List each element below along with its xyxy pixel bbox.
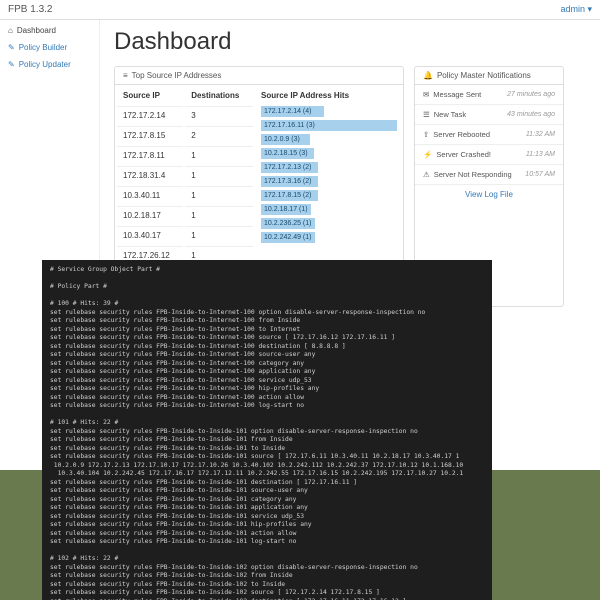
warning-icon: ⚠ <box>423 170 430 179</box>
view-log-button[interactable]: View Log File <box>415 184 563 204</box>
bar-row: 172.17.2.14 (4) <box>261 106 397 117</box>
terminal-output: # Service Group Object Part # # Policy P… <box>42 260 492 600</box>
sidebar-item-label: Policy Builder <box>19 43 67 52</box>
col-source-ip: Source IP <box>117 87 183 104</box>
sidebar-item-label: Policy Updater <box>19 60 71 69</box>
bar-row: 172.17.16.11 (3) <box>261 120 397 131</box>
notification-item[interactable]: ⇧ Server Rebooted 11:32 AM <box>415 124 563 144</box>
notification-time: 11:32 AM <box>526 131 555 138</box>
pencil-icon: ✎ <box>8 43 15 52</box>
table-row: 10.3.40.171 <box>117 226 253 244</box>
bar-row: 172.17.2.13 (2) <box>261 162 397 173</box>
notification-text: New Task <box>434 110 466 119</box>
notification-text: Message Sent <box>433 90 481 99</box>
table-row: 172.17.8.152 <box>117 126 253 144</box>
table-row: 172.17.2.143 <box>117 106 253 124</box>
notification-item[interactable]: ✉ Message Sent 27 minutes ago <box>415 85 563 104</box>
bars-title: Source IP Address Hits <box>261 89 397 106</box>
notification-item[interactable]: ⚡ Server Crashed! 11:13 AM <box>415 144 563 164</box>
sidebar-item-policy-builder[interactable]: ✎ Policy Builder <box>0 39 99 56</box>
sidebar-item-label: Dashboard <box>17 26 56 35</box>
list-icon: ≡ <box>123 71 128 80</box>
bar-row: 10.2.236.25 (1) <box>261 218 397 229</box>
notification-time: 43 minutes ago <box>507 111 555 118</box>
upload-icon: ⇧ <box>423 130 429 139</box>
bar-row: 172.17.8.15 (2) <box>261 190 397 201</box>
bolt-icon: ⚡ <box>423 150 432 159</box>
bar-row: 10.2.18.17 (1) <box>261 204 397 215</box>
bell-icon: 🔔 <box>423 71 433 80</box>
edit-icon: ✎ <box>8 60 15 69</box>
bar-row: 172.17.3.16 (2) <box>261 176 397 187</box>
caret-down-icon: ▾ <box>587 4 592 14</box>
brand: FPB 1.3.2 <box>8 4 52 15</box>
table-row: 172.17.8.111 <box>117 146 253 164</box>
bar-row: 10.2.242.49 (1) <box>261 232 397 243</box>
tasks-icon: ☰ <box>423 110 430 119</box>
notification-text: Server Crashed! <box>436 150 491 159</box>
page-title: Dashboard <box>114 28 586 56</box>
dashboard-icon: ⌂ <box>8 26 13 35</box>
envelope-icon: ✉ <box>423 90 429 99</box>
table-row: 10.3.40.111 <box>117 186 253 204</box>
col-dest: Destinations <box>185 87 253 104</box>
sidebar-item-policy-updater[interactable]: ✎ Policy Updater <box>0 56 99 73</box>
sidebar-item-dashboard[interactable]: ⌂ Dashboard <box>0 22 99 39</box>
notification-item[interactable]: ⚠ Server Not Responding 10:57 AM <box>415 164 563 184</box>
notification-time: 11:13 AM <box>526 151 555 158</box>
table-row: 10.2.18.171 <box>117 206 253 224</box>
bar-row: 10.2.0.9 (3) <box>261 134 397 145</box>
table-row: 172.18.31.41 <box>117 166 253 184</box>
notification-time: 10:57 AM <box>525 171 555 178</box>
notification-time: 27 minutes ago <box>507 91 555 98</box>
panel-title: Policy Master Notifications <box>437 71 531 80</box>
notification-text: Server Rebooted <box>433 130 490 139</box>
notification-text: Server Not Responding <box>434 170 512 179</box>
notification-item[interactable]: ☰ New Task 43 minutes ago <box>415 104 563 124</box>
panel-title: Top Source IP Addresses <box>132 71 222 80</box>
user-menu[interactable]: admin ▾ <box>560 4 592 15</box>
bar-row: 10.2.18.15 (3) <box>261 148 397 159</box>
